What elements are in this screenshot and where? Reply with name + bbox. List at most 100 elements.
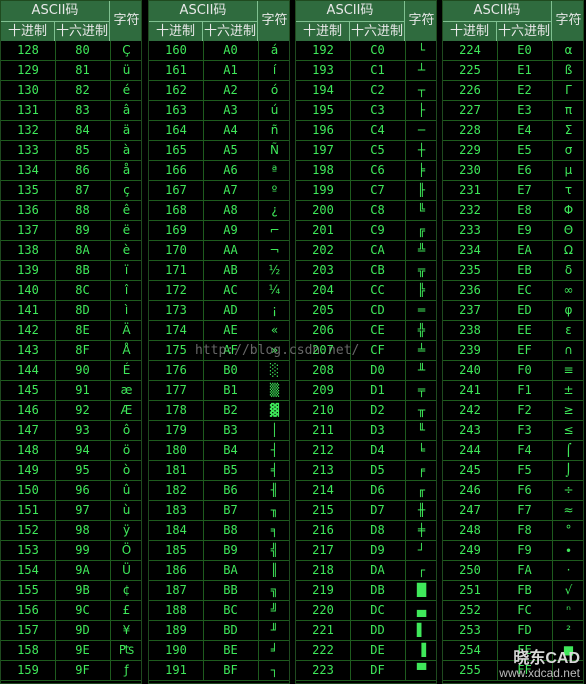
table-row: 222 DE ▐ [296, 641, 436, 661]
char-cell: ¿ [271, 203, 278, 217]
hex-cell: AB [203, 261, 259, 280]
char-cell: ⌐ [269, 223, 280, 237]
char-cell: ┤ [270, 443, 279, 457]
char-cell: Å [122, 343, 131, 357]
hex-cell: 83 [55, 101, 111, 120]
char-cell: ö [122, 443, 131, 457]
dec-cell: 228 [443, 121, 498, 140]
dec-cell: 224 [443, 41, 498, 60]
table-row: 246 F6 ÷ [443, 481, 583, 501]
char-cell: ⌡ [565, 463, 572, 477]
table-row: 234 EA Ω [443, 241, 583, 261]
hex-cell: 97 [55, 501, 111, 520]
header-ascii: ASCII码 [443, 1, 552, 21]
hex-cell: D9 [350, 541, 406, 560]
hex-cell: AD [203, 301, 259, 320]
table-row: 170 AA ¬ [149, 241, 289, 261]
table-row: 150 96 û [1, 481, 141, 501]
hex-cell: 9F [55, 661, 111, 680]
hex-cell: F4 [497, 441, 553, 460]
table-header: ASCII码 十进制 十六进制 字符 [1, 1, 141, 41]
char-cell: à [122, 143, 131, 157]
header-dec: 十进制 [443, 21, 497, 41]
hex-cell: 9E [55, 641, 111, 660]
dec-cell: 203 [296, 261, 351, 280]
hex-cell: D4 [350, 441, 406, 460]
hex-cell: E7 [497, 181, 553, 200]
table-row: 228 E4 Σ [443, 121, 583, 141]
hex-cell: E0 [497, 41, 553, 60]
char-cell: σ [564, 143, 573, 157]
dec-cell: 200 [296, 201, 351, 220]
hex-cell: DD [350, 621, 406, 640]
dec-cell: 141 [1, 301, 56, 320]
table-row: 227 E3 π [443, 101, 583, 121]
hex-cell: B7 [203, 501, 259, 520]
header-ascii: ASCII码 [296, 1, 405, 21]
table-row: 230 E6 µ [443, 161, 583, 181]
hex-cell: E2 [497, 81, 553, 100]
dec-cell: 218 [296, 561, 351, 580]
hex-cell: 91 [55, 381, 111, 400]
char-cell: │ [270, 423, 279, 437]
char-cell: ≡ [563, 363, 574, 377]
char-cell: ß [564, 63, 573, 77]
char-cell: α [564, 43, 573, 57]
char-cell: Σ [564, 123, 573, 137]
logo-url: www.xdcad.net [499, 666, 580, 680]
site-logo: 晓东CAD www.xdcad.net [499, 651, 580, 681]
char-cell: ╣ [270, 543, 279, 557]
char-cell: ╝ [270, 603, 279, 617]
hex-cell: C0 [350, 41, 406, 60]
char-cell: ╟ [417, 183, 426, 197]
char-cell: ░ [269, 363, 280, 377]
table-row: 186 BA ║ [149, 561, 289, 581]
table-row: 159 9F ƒ [1, 661, 141, 681]
dec-cell: 230 [443, 161, 498, 180]
hex-cell: D2 [350, 401, 406, 420]
char-cell: ═ [417, 303, 426, 317]
dec-cell: 139 [1, 261, 56, 280]
dec-cell: 246 [443, 481, 498, 500]
char-cell: æ [120, 383, 133, 397]
dec-cell: 135 [1, 181, 56, 200]
table-row: 160 A0 á [149, 41, 289, 61]
char-cell: « [270, 323, 279, 337]
hex-cell: DA [350, 561, 406, 580]
table-row: 247 F7 ≈ [443, 501, 583, 521]
table-body: 224 E0 α 225 E1 ß 226 E2 Γ 227 E3 π 228 E4 Σ 229 E5 σ 230 E… [443, 41, 583, 681]
hex-cell: 93 [55, 421, 111, 440]
hex-cell: B3 [203, 421, 259, 440]
dec-cell: 184 [149, 521, 204, 540]
dec-cell: 181 [149, 461, 204, 480]
table-row: 154 9A Ü [1, 561, 141, 581]
dec-cell: 236 [443, 281, 498, 300]
dec-cell: 226 [443, 81, 498, 100]
dec-cell: 140 [1, 281, 56, 300]
char-cell: ╔ [417, 223, 426, 237]
table-row: 221 DD ▌ [296, 621, 436, 641]
dec-cell: 172 [149, 281, 204, 300]
dec-cell: 152 [1, 521, 56, 540]
char-cell: Ω [563, 243, 574, 257]
hex-cell: C7 [350, 181, 406, 200]
hex-cell: CA [350, 241, 406, 260]
table-row: 183 B7 ╖ [149, 501, 289, 521]
table-row: 206 CE ╬ [296, 321, 436, 341]
hex-cell: A4 [203, 121, 259, 140]
char-cell: ╩ [417, 243, 426, 257]
table-row: 249 F9 ∙ [443, 541, 583, 561]
header-hex: 十六进制 [497, 21, 552, 41]
dec-cell: 130 [1, 81, 56, 100]
char-cell: â [122, 103, 131, 117]
char-cell: ▓ [269, 403, 280, 417]
char-cell: φ [564, 303, 573, 317]
dec-cell: 148 [1, 441, 56, 460]
dec-cell: 180 [149, 441, 204, 460]
dec-cell: 250 [443, 561, 498, 580]
hex-cell: DB [350, 581, 406, 600]
dec-cell: 183 [149, 501, 204, 520]
dec-cell: 163 [149, 101, 204, 120]
dec-cell: 243 [443, 421, 498, 440]
header-dec: 十进制 [296, 21, 350, 41]
